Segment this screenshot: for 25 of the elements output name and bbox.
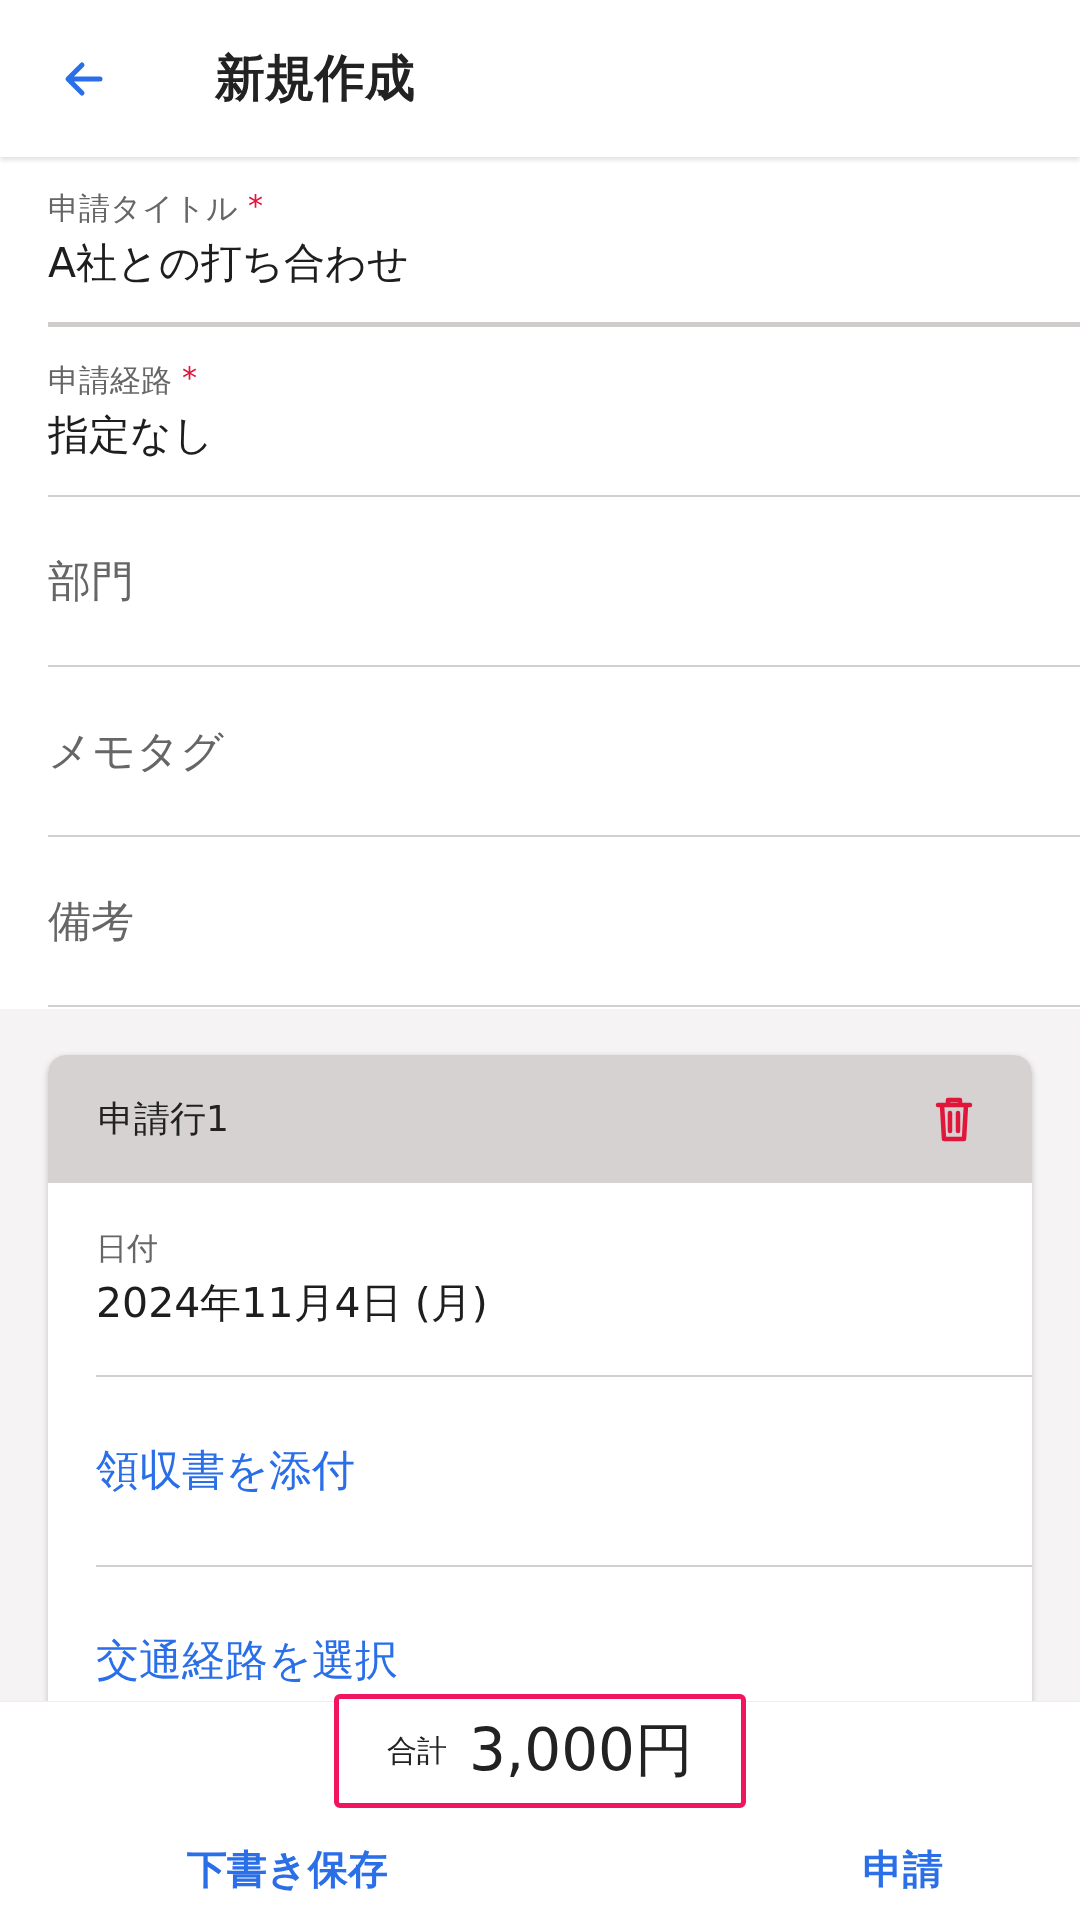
required-mark: * (248, 188, 263, 223)
form-field[interactable]: 申請経路 * 指定なし (48, 327, 1080, 497)
field-value: A社との打ち合わせ (48, 238, 411, 289)
total-amount: 3,000円 (468, 1715, 693, 1786)
action-button[interactable]: 申請 (832, 1822, 973, 1917)
field-label: 日付 (96, 1228, 159, 1268)
action-link[interactable]: 交通経路を選択 (96, 1632, 1032, 1690)
form-field[interactable]: メモタグ (48, 667, 1080, 837)
action-link[interactable]: 領収書を添付 (96, 1442, 1032, 1500)
field-label: 申請タイトル (48, 189, 238, 228)
required-mark: * (182, 359, 197, 395)
form-field[interactable]: 申請タイトル * A社との打ち合わせ (48, 157, 1080, 327)
form-field[interactable]: 備考 (48, 837, 1080, 1007)
input-field[interactable]: 備考 (48, 896, 448, 946)
card-title: 申請行1 (98, 1096, 229, 1141)
input-field[interactable]: 部門 (48, 556, 448, 606)
form-field[interactable]: 部門 (48, 497, 1080, 667)
input-field[interactable]: メモタグ (48, 726, 448, 776)
delete-icon[interactable] (934, 1095, 974, 1143)
field-value: 指定なし (48, 409, 215, 461)
action-button[interactable]: 下書き保存 (157, 1822, 419, 1917)
total-label: 合計 (386, 1731, 447, 1770)
screen-title: 新規作成 (215, 48, 415, 109)
date-value[interactable]: 2024年11月4日 (月) (96, 1275, 1032, 1331)
field-label: 申請経路 (48, 360, 172, 400)
